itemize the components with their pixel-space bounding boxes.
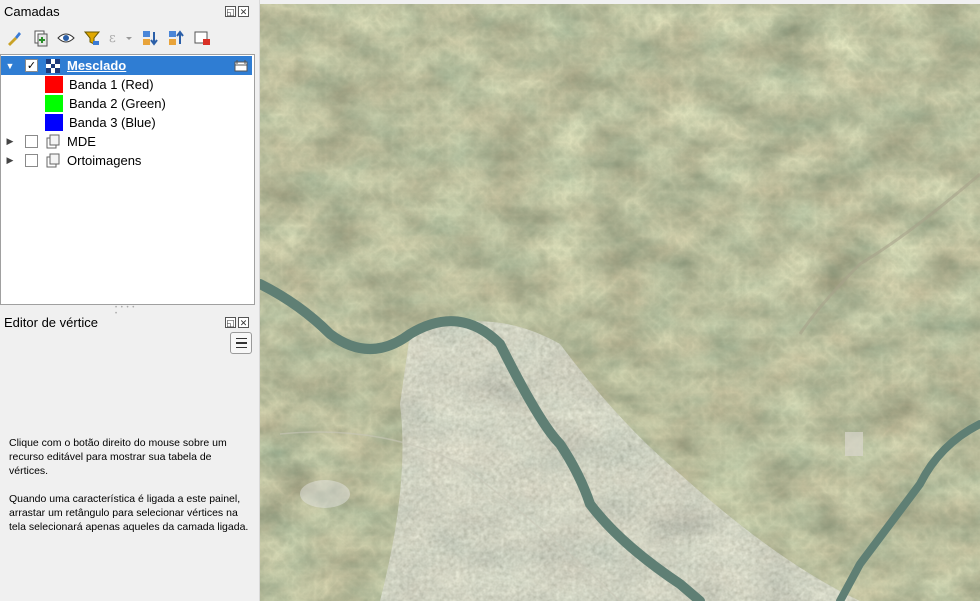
- svg-text:ε: ε: [109, 31, 116, 46]
- group-icon: [46, 134, 60, 148]
- left-dock: Camadas ◱ ✕ ε ▼ ✓ Mesclado Banda 1 (Red)…: [0, 0, 259, 601]
- layer-indicator-icon[interactable]: [234, 59, 248, 73]
- band-2-item: Banda 2 (Green): [1, 94, 252, 113]
- group-mde[interactable]: ▶ MDE: [1, 132, 252, 151]
- filter-icon[interactable]: [82, 28, 102, 48]
- close-icon[interactable]: ✕: [238, 6, 249, 17]
- layer-label: Mesclado: [67, 58, 127, 73]
- vertex-editor-controls: ◱ ✕: [225, 317, 249, 328]
- layers-toolbar: ε: [4, 26, 212, 50]
- close-icon[interactable]: ✕: [238, 317, 249, 328]
- group-checkbox[interactable]: [25, 154, 38, 167]
- help-paragraph-2: Quando uma característica é ligada a est…: [9, 493, 249, 533]
- band-color-swatch: [45, 95, 63, 112]
- hamburger-icon: [235, 337, 247, 340]
- group-icon: [46, 153, 60, 167]
- layer-mesclado[interactable]: ▼ ✓ Mesclado: [1, 56, 252, 75]
- band-1-item: Banda 1 (Red): [1, 75, 252, 94]
- band-label: Banda 1 (Red): [69, 77, 154, 92]
- orthophoto-raster: [260, 4, 980, 601]
- band-label: Banda 3 (Blue): [69, 115, 156, 130]
- band-3-item: Banda 3 (Blue): [1, 113, 252, 132]
- raster-layer-icon: [46, 58, 60, 73]
- vertex-editor-menu-button[interactable]: [230, 332, 252, 354]
- layers-panel-title: Camadas: [4, 4, 60, 19]
- layer-checkbox[interactable]: ✓: [25, 59, 38, 72]
- help-paragraph-1: Clique com o botão direito do mouse sobr…: [9, 437, 227, 477]
- float-icon[interactable]: ◱: [225, 317, 236, 328]
- remove-layer-icon[interactable]: [192, 28, 212, 48]
- layers-panel-controls: ◱ ✕: [225, 6, 249, 17]
- visibility-eye-icon[interactable]: [56, 28, 76, 48]
- float-icon[interactable]: ◱: [225, 6, 236, 17]
- group-ortoimagens[interactable]: ▶ Ortoimagens: [1, 151, 252, 170]
- expand-all-icon[interactable]: [140, 28, 160, 48]
- map-canvas[interactable]: [260, 4, 980, 601]
- chevron-right-icon[interactable]: ▶: [5, 136, 15, 147]
- band-label: Banda 2 (Green): [69, 96, 166, 111]
- group-checkbox[interactable]: [25, 135, 38, 148]
- collapse-all-icon[interactable]: [166, 28, 186, 48]
- layer-tree[interactable]: ▼ ✓ Mesclado Banda 1 (Red) Banda 2 (Gree…: [0, 54, 255, 305]
- band-color-swatch: [45, 76, 63, 93]
- dock-splitter-handle[interactable]: • • • • •: [115, 305, 139, 317]
- style-manager-icon[interactable]: [4, 28, 24, 48]
- expression-filter-icon[interactable]: ε: [108, 28, 134, 48]
- vertex-editor-help: Clique com o botão direito do mouse sobr…: [9, 436, 249, 548]
- chevron-down-icon[interactable]: ▼: [5, 61, 15, 71]
- chevron-right-icon[interactable]: ▶: [5, 155, 15, 166]
- add-group-icon[interactable]: [30, 28, 50, 48]
- band-color-swatch: [45, 114, 63, 131]
- group-label: Ortoimagens: [67, 153, 142, 168]
- vertex-editor-title: Editor de vértice: [4, 315, 98, 330]
- group-label: MDE: [67, 134, 96, 149]
